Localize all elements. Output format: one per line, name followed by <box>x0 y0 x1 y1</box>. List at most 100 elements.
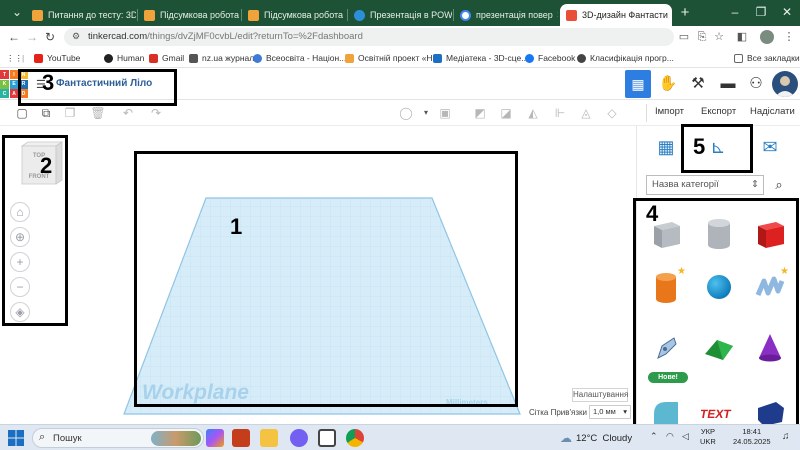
browser-tab[interactable]: Підсумкова робота × <box>138 4 240 26</box>
apps-grid-icon[interactable]: ⋮⋮ <box>6 51 23 65</box>
delete-icon[interactable]: 🗑 <box>90 105 106 121</box>
cast-icon[interactable]: ▭ <box>677 30 691 44</box>
minimize-button[interactable]: – <box>722 3 748 21</box>
send-to-button[interactable]: Надіслати <box>750 106 795 117</box>
bookmark-osvitnii-proekt[interactable]: Освітній проект «Н... <box>345 51 440 65</box>
browser-tab-active[interactable]: 3D-дизайн Фантасти × <box>560 4 672 26</box>
note-icon[interactable]: ▣ <box>437 105 453 121</box>
bookmark-label: Gmail <box>162 53 185 63</box>
workplane-tool-icon[interactable]: ◇ <box>604 105 620 121</box>
bookmark-nz-journal[interactable]: nz.ua журнал <box>189 51 254 65</box>
browser-tab[interactable]: презентація повер × <box>454 4 558 26</box>
bookmark-site-icon <box>189 53 198 63</box>
browser-tab[interactable]: Презентація в POWE × <box>348 4 452 26</box>
back-arrow-icon[interactable]: ← <box>6 29 22 45</box>
ungroup-icon[interactable]: ◪ <box>498 105 514 121</box>
blocks-pickaxe-icon[interactable]: ⚒ <box>686 68 710 100</box>
notifications-bell-icon[interactable]: ♫ <box>782 431 790 442</box>
annotation-number: 2 <box>40 153 53 178</box>
browser-tab[interactable]: Підсумкова робота × <box>242 4 346 26</box>
close-icon[interactable]: × <box>343 10 346 21</box>
windows-start-icon[interactable] <box>6 428 26 448</box>
reload-icon[interactable]: ↻ <box>42 29 58 45</box>
undo-icon[interactable]: ↶ <box>120 105 136 121</box>
category-select[interactable]: Назва категорії ⇕ <box>646 175 764 195</box>
bookmark-youtube[interactable]: YouTube <box>34 51 80 65</box>
mirror-icon[interactable]: ◭ <box>525 105 541 121</box>
snap-grid-select[interactable]: 1,0 мм ▾ <box>589 405 631 419</box>
gmail-icon <box>149 53 158 63</box>
duplicate-icon[interactable]: ❐ <box>62 105 78 121</box>
url-host: tinkercad.com <box>88 31 148 42</box>
copilot-icon[interactable] <box>206 429 224 447</box>
tab-title: Презентація в POWE <box>370 10 452 20</box>
bricks-icon[interactable]: ▬ <box>716 68 740 100</box>
bookmark-human[interactable]: Human <box>104 51 144 65</box>
chrome-icon[interactable] <box>346 429 364 447</box>
taskbar-search-box[interactable]: ⌕ Пошук <box>32 428 204 448</box>
tab-title: 3D-дизайн Фантасти <box>582 10 668 20</box>
copy-icon[interactable]: ⧉ <box>38 105 54 121</box>
browser-toolbar: ← → ↻ ⚙ tinkercad.com/things/dvZjMF0cvbL… <box>0 26 800 48</box>
logo-letter: T <box>0 70 9 79</box>
browser-tab[interactable]: Питання до тесту: 3D × <box>26 4 136 26</box>
extensions-icon[interactable]: ◧ <box>735 30 749 44</box>
settings-button[interactable]: Налаштування <box>572 388 628 402</box>
align-icon[interactable]: ⊩ <box>552 105 568 121</box>
tab-search-icon[interactable]: ⌄ <box>4 3 30 21</box>
close-icon[interactable]: × <box>553 10 558 21</box>
3d-design-view-button[interactable]: ▦ <box>625 70 651 98</box>
all-bookmarks-folder[interactable]: Все закладки <box>734 51 800 65</box>
volume-icon[interactable]: ◁ <box>682 431 689 442</box>
import-button[interactable]: Імпорт <box>655 106 684 117</box>
clock-time: 18:41 <box>742 427 762 436</box>
restore-button[interactable]: ❐ <box>748 3 774 21</box>
chevron-down-icon[interactable]: ▾ <box>418 105 434 121</box>
weather-widget[interactable]: ☁ 12°C Cloudy <box>560 431 632 445</box>
bookmark-label: Всеосвіта - Націон... <box>266 53 347 63</box>
profile-avatar[interactable] <box>760 30 774 44</box>
close-icon[interactable]: × <box>668 10 673 21</box>
file-explorer-icon[interactable] <box>260 429 278 447</box>
cruise-icon[interactable]: ◬ <box>578 105 594 121</box>
language-indicator[interactable]: УКР UKR <box>700 427 716 447</box>
viber-icon[interactable] <box>290 429 308 447</box>
search-icon[interactable]: ⌕ <box>768 175 790 195</box>
bookmark-facebook[interactable]: Facebook <box>525 51 575 65</box>
user-avatar[interactable] <box>772 71 798 97</box>
notes-tab-icon[interactable]: ✉ <box>755 130 785 164</box>
bookmark-star-icon[interactable]: ☆ <box>712 30 726 44</box>
clock[interactable]: 18:41 24.05.2025 <box>733 427 771 447</box>
new-tab-button[interactable]: + <box>676 4 694 22</box>
snap-grid-value: 1,0 мм <box>593 407 616 416</box>
translate-icon[interactable]: ⎘ <box>695 30 709 44</box>
new-shape-icon[interactable]: ▢ <box>14 105 30 121</box>
sim-lab-icon[interactable]: ✋ <box>656 68 680 100</box>
address-bar[interactable]: ⚙ tinkercad.com/things/dvZjMF0cvbL/edit?… <box>64 28 674 46</box>
forward-arrow-icon[interactable]: → <box>24 29 40 45</box>
site-info-icon[interactable]: ⚙ <box>72 31 80 42</box>
tab-favicon-icon <box>248 9 259 21</box>
search-icon: ⌕ <box>39 431 46 443</box>
more-menu-icon[interactable]: ⋮ <box>782 30 796 44</box>
bookmark-klasyfikatsiia[interactable]: Класифікація прогр... <box>577 51 674 65</box>
language-bottom: UKR <box>700 437 716 446</box>
whiteboard-icon[interactable] <box>318 429 336 447</box>
group-icon[interactable]: ◩ <box>472 105 488 121</box>
close-icon[interactable]: × <box>239 10 240 21</box>
grid-shapes-tab-icon[interactable]: ▦ <box>651 130 681 164</box>
close-window-button[interactable]: ✕ <box>774 3 800 21</box>
powerpoint-icon[interactable] <box>232 429 250 447</box>
redo-icon[interactable]: ↷ <box>148 105 164 121</box>
export-button[interactable]: Експорт <box>701 106 736 117</box>
chevron-updown-icon: ⇕ <box>751 179 759 190</box>
bookmark-mediateka[interactable]: Медіатека - 3D-сце... <box>433 51 528 65</box>
network-icon[interactable]: ◠ <box>666 431 674 442</box>
snap-grid-label: Сітка Прив'язки <box>529 408 587 417</box>
light-bulb-icon[interactable]: ◯ <box>398 105 414 121</box>
tray-overflow-icon[interactable]: ⌃ <box>650 431 658 442</box>
bookmark-gmail[interactable]: Gmail <box>149 51 184 65</box>
bookmark-vseosvita[interactable]: Всеосвіта - Націон... <box>253 51 346 65</box>
add-user-icon[interactable]: ⚇ <box>744 68 768 100</box>
annotation-number: 5 <box>693 134 706 159</box>
